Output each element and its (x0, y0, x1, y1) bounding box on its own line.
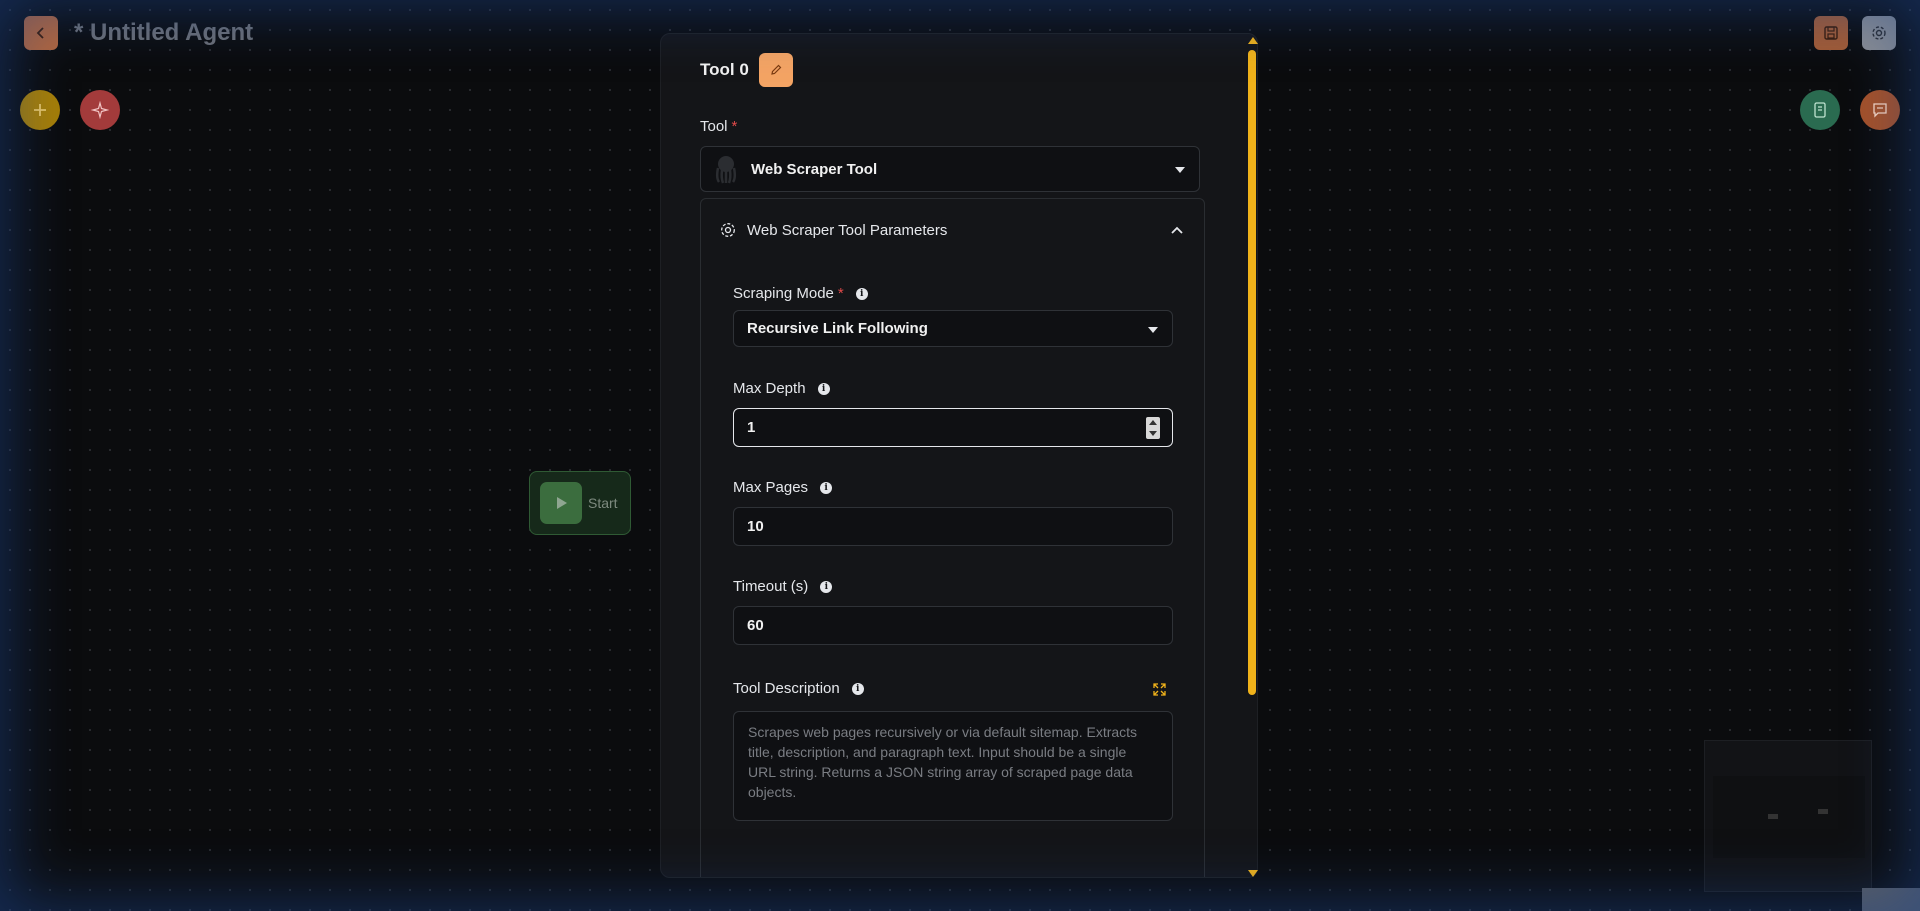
info-icon[interactable]: i (851, 682, 864, 695)
sparkles-icon (91, 101, 109, 119)
tool-description-label: Tool Description i (733, 680, 864, 697)
edit-name-button[interactable] (758, 53, 793, 87)
scroll-thumb[interactable] (1248, 50, 1256, 695)
minimap-viewport (1713, 776, 1865, 858)
max-depth-label-text: Max Depth (733, 380, 806, 397)
gear-icon (1872, 26, 1886, 40)
panel-title: Tool 0 (700, 60, 749, 79)
top-right-bar (1814, 16, 1896, 50)
info-icon[interactable]: i (820, 580, 833, 593)
gear-icon (721, 223, 735, 237)
scraping-mode-label-text: Scraping Mode (733, 285, 834, 302)
tool-config-panel: Tool 0 Tool * Web Scraper Tool Web Scrape… (660, 33, 1258, 878)
notes-button[interactable] (1800, 90, 1840, 130)
add-node-button[interactable] (20, 90, 60, 130)
chat-button[interactable] (1860, 90, 1900, 130)
chat-icon (1873, 103, 1887, 118)
scroll-up-arrow[interactable] (1248, 37, 1258, 44)
top-left-bar: * Untitled Agent (24, 16, 253, 50)
params-section: Web Scraper Tool Parameters Scraping Mod… (700, 198, 1205, 877)
minimap[interactable] (1704, 740, 1872, 892)
info-icon[interactable]: i (817, 382, 830, 395)
expand-icon[interactable] (1153, 683, 1166, 696)
start-node-label: Start (588, 495, 618, 511)
minimap-node (1768, 814, 1778, 819)
max-pages-label-text: Max Pages (733, 479, 809, 496)
tool-select-value: Web Scraper Tool (751, 160, 878, 178)
ai-generate-button[interactable] (80, 90, 120, 130)
tool-label-text: Tool (700, 118, 728, 135)
max-pages-label: Max Pages i (733, 479, 833, 496)
params-header[interactable]: Web Scraper Tool Parameters (719, 221, 947, 239)
panel-scrollbar[interactable] (1246, 37, 1258, 877)
scraping-mode-label: Scraping Mode * i (733, 285, 868, 302)
timeout-input[interactable]: 60 (733, 606, 1173, 645)
panel-header: Tool 0 (700, 53, 793, 87)
timeout-label: Timeout (s) i (733, 578, 833, 595)
minimap-corner (1862, 888, 1920, 911)
play-icon (540, 482, 582, 524)
max-pages-value: 10 (747, 518, 764, 535)
info-icon[interactable]: i (820, 481, 833, 494)
chevron-up-icon[interactable] (1170, 225, 1184, 235)
tool-field-label: Tool * (700, 118, 737, 135)
settings-button[interactable] (1862, 16, 1896, 50)
timeout-label-text: Timeout (s) (733, 578, 809, 595)
max-depth-input[interactable]: 1 (733, 408, 1173, 447)
agent-title[interactable]: * Untitled Agent (74, 19, 253, 47)
max-depth-value: 1 (747, 419, 756, 436)
notes-icon (1814, 102, 1826, 118)
info-icon[interactable]: i (855, 287, 868, 300)
required-mark: * (731, 118, 738, 135)
pencil-icon (771, 64, 782, 75)
scroll-down-arrow[interactable] (1248, 870, 1258, 877)
tool-description-textarea[interactable]: Scrapes web pages recursively or via def… (733, 711, 1173, 821)
max-pages-input[interactable]: 10 (733, 507, 1173, 546)
save-icon (1824, 26, 1838, 40)
save-button[interactable] (1814, 16, 1848, 50)
chevron-down-icon (1148, 326, 1158, 333)
max-depth-label: Max Depth i (733, 380, 830, 397)
params-title: Web Scraper Tool Parameters (747, 221, 948, 239)
chevron-down-icon (1175, 167, 1185, 173)
tool-description-label-text: Tool Description (733, 680, 840, 697)
scraping-mode-select[interactable]: Recursive Link Following (733, 310, 1173, 347)
back-button[interactable] (24, 16, 58, 50)
plus-icon (34, 104, 46, 116)
octopus-icon (709, 152, 743, 186)
chevron-left-icon (36, 27, 44, 39)
scraping-mode-value: Recursive Link Following (747, 320, 928, 337)
start-node[interactable]: Start (529, 471, 631, 535)
minimap-node (1818, 809, 1828, 814)
timeout-value: 60 (747, 617, 764, 634)
number-stepper[interactable] (1146, 417, 1160, 439)
required-mark: * (837, 285, 844, 302)
tool-select[interactable]: Web Scraper Tool (700, 146, 1200, 192)
